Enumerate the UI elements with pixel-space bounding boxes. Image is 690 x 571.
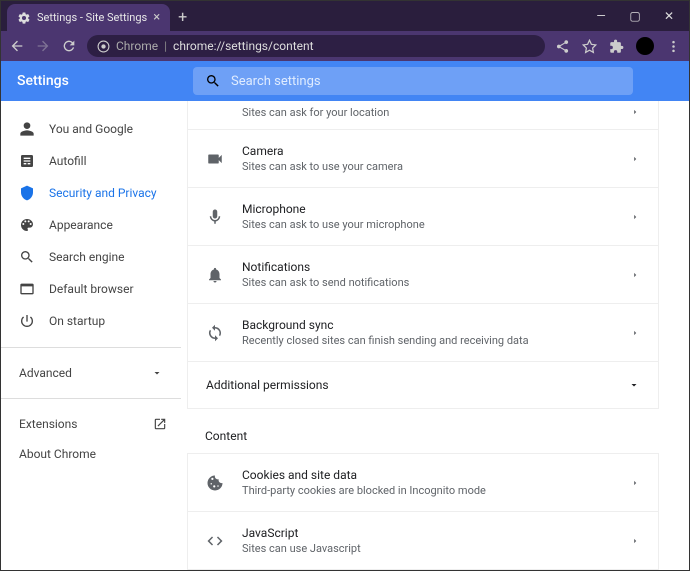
chrome-icon — [97, 40, 110, 53]
cookie-icon — [206, 474, 224, 492]
sidebar-item-appearance[interactable]: Appearance — [1, 209, 181, 241]
url-path: chrome://settings/content — [173, 39, 314, 53]
share-icon[interactable] — [555, 39, 570, 54]
sidebar-about[interactable]: About Chrome — [1, 439, 181, 469]
chevron-right-icon — [630, 270, 640, 280]
row-title: Notifications — [242, 260, 612, 274]
sidebar-item-you-and-google[interactable]: You and Google — [1, 113, 181, 145]
sidebar-item-search-engine[interactable]: Search engine — [1, 241, 181, 273]
sidebar-item-security[interactable]: Security and Privacy — [1, 177, 181, 209]
chevron-down-icon — [151, 367, 163, 379]
chevron-right-icon — [630, 154, 640, 164]
sidebar-item-label: Autofill — [49, 154, 87, 168]
person-icon — [19, 121, 35, 137]
bell-icon — [206, 266, 224, 284]
browser-icon — [19, 281, 35, 297]
minimize-button[interactable]: — — [593, 9, 609, 23]
chevron-down-icon — [628, 379, 640, 391]
new-tab-button[interactable]: + — [178, 7, 187, 26]
row-title: Cookies and site data — [242, 468, 612, 482]
code-icon — [206, 532, 224, 550]
sidebar-item-label: Default browser — [49, 282, 134, 296]
row-description: Sites can use Javascript — [242, 542, 612, 555]
sidebar-item-label: Appearance — [49, 218, 113, 232]
row-description: Third-party cookies are blocked in Incog… — [242, 484, 612, 497]
forward-icon[interactable] — [35, 38, 51, 54]
chevron-right-icon — [630, 212, 640, 222]
extensions-icon[interactable] — [609, 39, 624, 54]
content-section-label: Content — [187, 409, 659, 453]
url-input[interactable]: Chrome | chrome://settings/content — [87, 35, 545, 57]
sidebar-item-label: Advanced — [19, 366, 72, 380]
shield-icon — [19, 185, 35, 201]
permission-row-notifications[interactable]: Notifications Sites can ask to send noti… — [187, 246, 659, 304]
sidebar-item-label: You and Google — [49, 122, 133, 136]
content-row-javascript[interactable]: JavaScript Sites can use Javascript — [187, 512, 659, 570]
url-prefix: Chrome — [116, 39, 158, 53]
camera-icon — [206, 150, 224, 168]
section-label: Additional permissions — [206, 378, 329, 392]
maximize-button[interactable]: ▢ — [627, 9, 643, 23]
power-icon — [19, 313, 35, 329]
external-link-icon — [153, 417, 167, 431]
spacer — [206, 103, 224, 121]
row-description: Recently closed sites can finish sending… — [242, 334, 612, 347]
row-title: JavaScript — [242, 526, 612, 540]
row-title: Camera — [242, 144, 612, 158]
permission-row-background-sync[interactable]: Background sync Recently closed sites ca… — [187, 304, 659, 362]
microphone-icon — [206, 208, 224, 226]
address-bar: Chrome | chrome://settings/content — [1, 31, 689, 61]
sidebar-item-autofill[interactable]: Autofill — [1, 145, 181, 177]
palette-icon — [19, 217, 35, 233]
row-title: Microphone — [242, 202, 612, 216]
divider — [1, 398, 181, 399]
divider — [1, 347, 181, 348]
search-input[interactable] — [231, 74, 621, 89]
row-description: Sites can ask to use your camera — [242, 160, 612, 173]
search-box[interactable] — [193, 67, 633, 95]
row-description: Sites can ask to send notifications — [242, 276, 612, 289]
content-row-cookies[interactable]: Cookies and site data Third-party cookie… — [187, 453, 659, 512]
sidebar-item-label: About Chrome — [19, 447, 96, 461]
sync-icon — [206, 324, 224, 342]
sidebar-item-label: Security and Privacy — [49, 186, 157, 200]
chevron-right-icon — [630, 536, 640, 546]
sidebar-item-default-browser[interactable]: Default browser — [1, 273, 181, 305]
avatar[interactable] — [636, 37, 654, 55]
browser-tab[interactable]: Settings - Site Settings × — [7, 4, 170, 31]
permission-row-location[interactable]: Sites can ask for your location — [187, 101, 659, 130]
menu-icon[interactable] — [666, 39, 681, 54]
chevron-right-icon — [630, 478, 640, 488]
back-icon[interactable] — [9, 38, 25, 54]
gear-icon — [17, 11, 31, 25]
row-description: Sites can ask to use your microphone — [242, 218, 612, 231]
sidebar-item-on-startup[interactable]: On startup — [1, 305, 181, 337]
tab-title: Settings - Site Settings — [37, 11, 147, 24]
sidebar-extensions[interactable]: Extensions — [1, 409, 181, 439]
star-icon[interactable] — [582, 39, 597, 54]
window-titlebar: Settings - Site Settings × + — ▢ ✕ — [1, 1, 689, 31]
permission-row-microphone[interactable]: Microphone Sites can ask to use your mic… — [187, 188, 659, 246]
chevron-right-icon — [630, 328, 640, 338]
search-icon — [205, 73, 221, 89]
chevron-right-icon — [630, 107, 640, 117]
autofill-icon — [19, 153, 35, 169]
settings-header: Settings — [1, 61, 689, 101]
sidebar-item-label: On startup — [49, 314, 105, 328]
close-window-button[interactable]: ✕ — [661, 9, 677, 23]
window-controls: — ▢ ✕ — [593, 9, 689, 23]
sidebar: You and Google Autofill Security and Pri… — [1, 101, 181, 570]
row-description: Sites can ask for your location — [242, 106, 612, 119]
sidebar-item-label: Extensions — [19, 417, 77, 431]
sidebar-advanced[interactable]: Advanced — [1, 358, 181, 388]
permission-row-camera[interactable]: Camera Sites can ask to use your camera — [187, 130, 659, 188]
reload-icon[interactable] — [61, 38, 77, 54]
main-content: Sites can ask for your location Camera S… — [181, 101, 689, 570]
additional-permissions-row[interactable]: Additional permissions — [187, 362, 659, 409]
page-title: Settings — [17, 73, 181, 89]
row-title: Background sync — [242, 318, 612, 332]
sidebar-item-label: Search engine — [49, 250, 124, 264]
close-icon[interactable]: × — [153, 10, 160, 25]
search-icon — [19, 249, 35, 265]
